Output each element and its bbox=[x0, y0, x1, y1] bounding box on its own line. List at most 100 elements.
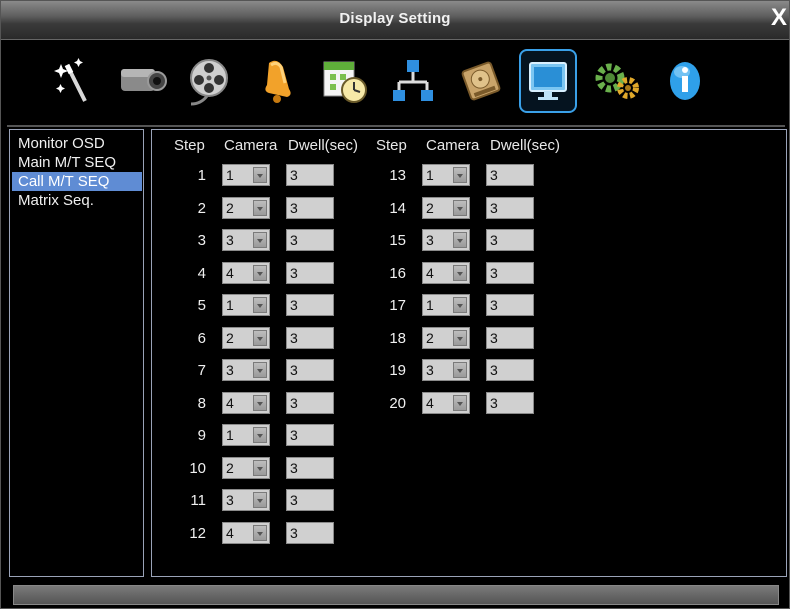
dropdown-arrow-icon[interactable] bbox=[253, 492, 267, 508]
camera-select[interactable]: 1 bbox=[422, 294, 470, 316]
camera-select[interactable]: 4 bbox=[222, 391, 270, 414]
dropdown-arrow-icon[interactable] bbox=[453, 199, 467, 216]
camera-select[interactable]: 3 bbox=[222, 229, 270, 251]
system-button[interactable] bbox=[587, 51, 647, 111]
display-button[interactable] bbox=[519, 49, 577, 113]
dwell-input[interactable] bbox=[486, 229, 534, 251]
camera-value: 4 bbox=[226, 394, 234, 411]
camera-value: 4 bbox=[426, 264, 434, 281]
camera-button[interactable] bbox=[111, 51, 171, 111]
camera-select[interactable]: 1 bbox=[222, 164, 270, 186]
dwell-input[interactable] bbox=[486, 326, 534, 349]
dwell-input[interactable] bbox=[286, 521, 334, 544]
sequence-panel: Step Camera Dwell(sec) Step Camera Dwell… bbox=[151, 129, 787, 577]
camera-select[interactable]: 3 bbox=[422, 359, 470, 381]
dropdown-arrow-icon[interactable] bbox=[453, 362, 467, 378]
alarm-button[interactable] bbox=[247, 51, 307, 111]
dwell-input[interactable] bbox=[286, 391, 334, 414]
dropdown-arrow-icon[interactable] bbox=[453, 264, 467, 281]
hard-disk-icon bbox=[461, 61, 501, 101]
dwell-input[interactable] bbox=[486, 391, 534, 414]
camera-value: 1 bbox=[426, 297, 434, 313]
dropdown-arrow-icon[interactable] bbox=[253, 232, 267, 248]
wizard-button[interactable] bbox=[43, 51, 103, 111]
dropdown-arrow-icon[interactable] bbox=[253, 427, 267, 443]
playback-button[interactable] bbox=[179, 51, 239, 111]
header-camera-right: Camera bbox=[426, 137, 480, 154]
network-icon bbox=[393, 60, 433, 101]
dwell-input[interactable] bbox=[286, 294, 334, 316]
dwell-input[interactable] bbox=[286, 196, 334, 219]
dropdown-arrow-icon[interactable] bbox=[253, 199, 267, 216]
camera-value: 3 bbox=[226, 232, 234, 248]
schedule-calendar-icon bbox=[323, 61, 367, 103]
dropdown-arrow-icon[interactable] bbox=[253, 362, 267, 378]
dwell-input[interactable] bbox=[286, 489, 334, 511]
dwell-input[interactable] bbox=[486, 261, 534, 284]
dropdown-arrow-icon[interactable] bbox=[253, 524, 267, 541]
dwell-input[interactable] bbox=[486, 294, 534, 316]
dropdown-arrow-icon[interactable] bbox=[253, 459, 267, 476]
camera-value: 1 bbox=[226, 297, 234, 313]
system-gears-icon bbox=[595, 63, 639, 99]
step-number: 18 bbox=[389, 329, 406, 347]
sidebar-item-monitor-osd[interactable]: Monitor OSD bbox=[12, 134, 142, 153]
dwell-input[interactable] bbox=[286, 164, 334, 186]
camera-select[interactable]: 3 bbox=[422, 229, 470, 251]
schedule-button[interactable] bbox=[315, 51, 375, 111]
camera-value: 1 bbox=[226, 427, 234, 443]
dropdown-arrow-icon[interactable] bbox=[253, 329, 267, 346]
camera-value: 2 bbox=[226, 329, 234, 346]
camera-select[interactable]: 3 bbox=[222, 359, 270, 381]
dwell-input[interactable] bbox=[286, 456, 334, 479]
camera-select[interactable]: 4 bbox=[422, 391, 470, 414]
storage-button[interactable] bbox=[451, 51, 511, 111]
sidebar-item-matrix-seq[interactable]: Matrix Seq. bbox=[12, 191, 142, 210]
alarm-bell-icon bbox=[265, 60, 291, 103]
camera-select[interactable]: 1 bbox=[222, 424, 270, 446]
camera-select[interactable]: 4 bbox=[222, 521, 270, 544]
dropdown-arrow-icon[interactable] bbox=[253, 394, 267, 411]
dropdown-arrow-icon[interactable] bbox=[453, 297, 467, 313]
camera-select[interactable]: 2 bbox=[222, 456, 270, 479]
camera-select[interactable]: 4 bbox=[222, 261, 270, 284]
camera-select[interactable]: 1 bbox=[422, 164, 470, 186]
sidebar-item-main-mt-seq[interactable]: Main M/T SEQ bbox=[12, 153, 142, 172]
camera-select[interactable]: 2 bbox=[222, 196, 270, 219]
info-button[interactable] bbox=[655, 51, 715, 111]
step-number: 3 bbox=[197, 232, 206, 249]
sidebar-item-call-mt-seq[interactable]: Call M/T SEQ bbox=[12, 172, 142, 191]
camera-value: 1 bbox=[226, 167, 234, 183]
camera-select[interactable]: 2 bbox=[422, 326, 470, 349]
step-number: 7 bbox=[197, 362, 206, 379]
header-step-right: Step bbox=[376, 137, 407, 154]
step-number: 14 bbox=[389, 199, 406, 217]
camera-select[interactable]: 4 bbox=[422, 261, 470, 284]
dropdown-arrow-icon[interactable] bbox=[453, 167, 467, 183]
camera-value: 4 bbox=[226, 264, 234, 281]
camera-select[interactable]: 2 bbox=[222, 326, 270, 349]
dwell-input[interactable] bbox=[486, 359, 534, 381]
dwell-input[interactable] bbox=[486, 196, 534, 219]
dropdown-arrow-icon[interactable] bbox=[453, 329, 467, 346]
dwell-input[interactable] bbox=[286, 229, 334, 251]
network-button[interactable] bbox=[383, 51, 443, 111]
dropdown-arrow-icon[interactable] bbox=[253, 297, 267, 313]
dwell-input[interactable] bbox=[286, 326, 334, 349]
dwell-input[interactable] bbox=[286, 261, 334, 284]
dropdown-arrow-icon[interactable] bbox=[453, 232, 467, 248]
dwell-input[interactable] bbox=[286, 424, 334, 446]
dwell-input[interactable] bbox=[486, 164, 534, 186]
dwell-input[interactable] bbox=[286, 359, 334, 381]
close-button[interactable]: X bbox=[771, 6, 787, 30]
dropdown-arrow-icon[interactable] bbox=[453, 394, 467, 411]
dropdown-arrow-icon[interactable] bbox=[253, 167, 267, 183]
camera-select[interactable]: 2 bbox=[422, 196, 470, 219]
window-title: Display Setting bbox=[339, 10, 451, 27]
step-number: 19 bbox=[389, 362, 406, 379]
step-number: 2 bbox=[197, 199, 206, 217]
settings-sidebar: Monitor OSD Main M/T SEQ Call M/T SEQ Ma… bbox=[9, 129, 144, 577]
dropdown-arrow-icon[interactable] bbox=[253, 264, 267, 281]
camera-select[interactable]: 3 bbox=[222, 489, 270, 511]
camera-select[interactable]: 1 bbox=[222, 294, 270, 316]
